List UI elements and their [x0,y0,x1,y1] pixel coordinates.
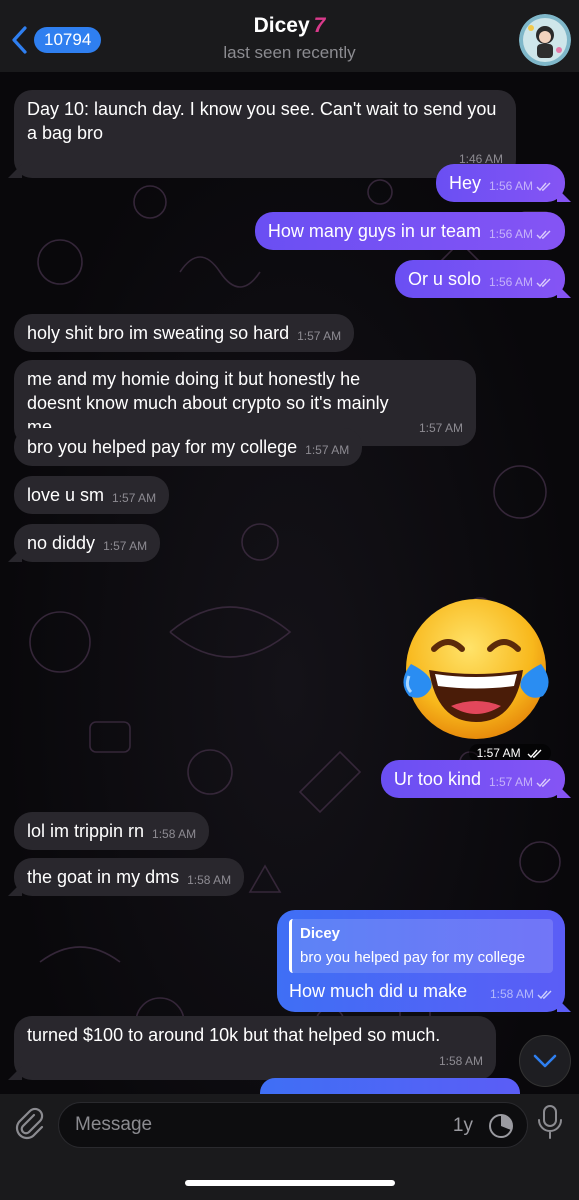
message-incoming[interactable]: no diddy 1:57 AM [14,524,161,562]
message-text: the goat in my dms [27,867,180,887]
home-indicator [185,1180,395,1186]
message-incoming[interactable]: the goat in my dms 1:58 AM [14,858,245,896]
message-time: 1:58 AM [489,987,534,1001]
contact-name: Dicey [253,14,310,37]
slot-seven-emoji: 7 [313,14,326,37]
chat-header: 10794 Dicey 7 last seen recently [0,0,579,72]
reply-message-outgoing[interactable]: Dicey bro you helped pay for my college … [277,910,565,1012]
sticker-message[interactable]: 1:57 AM [401,594,551,762]
chat-area[interactable]: Day 10: launch day. I know you see. Can'… [0,72,579,1094]
message-incoming[interactable]: Day 10: launch day. I know you see. Can'… [14,90,516,178]
message-outgoing-partial[interactable] [260,1078,520,1094]
message-field[interactable]: 1y [58,1102,528,1148]
timer-icon[interactable] [487,1112,515,1140]
reply-text: bro you helped pay for my college [300,949,526,966]
message-incoming[interactable]: turned $100 to around 10k but that helpe… [14,1016,496,1080]
message-text: Hey [448,173,481,193]
double-check-icon [527,749,542,759]
chevron-down-icon [533,1054,557,1068]
laughing-emoji-sticker [403,599,549,739]
message-time: 1:56 AM [488,179,533,193]
message-time: 1:58 AM [438,1054,483,1068]
reply-quote[interactable]: Dicey bro you helped pay for my college [289,919,553,973]
message-text: Ur too kind [393,769,481,789]
message-text: How much did u make [289,981,468,1001]
message-time: 1:58 AM [187,873,232,887]
message-outgoing[interactable]: Ur too kind 1:57 AM [380,760,565,798]
message-time: 1:57 AM [297,329,342,343]
message-text: lol im trippin rn [27,821,145,841]
message-incoming[interactable]: love u sm 1:57 AM [14,476,170,514]
double-check-icon [536,182,551,192]
message-text: bro you helped pay for my college [27,437,298,457]
double-check-icon [536,778,551,788]
message-time: 1:57 AM [112,491,157,505]
message-time: 1:46 AM [458,152,503,166]
message-outgoing[interactable]: Or u solo 1:56 AM [394,260,565,298]
message-text: Day 10: launch day. I know you see. Can'… [27,99,497,143]
message-incoming[interactable]: lol im trippin rn 1:58 AM [14,812,210,850]
message-time: 1:57 AM [476,746,521,760]
self-destruct-timer-label[interactable]: 1y [453,1115,473,1137]
reply-sender: Dicey [300,925,341,942]
paperclip-icon[interactable] [12,1106,46,1140]
message-time: 1:57 AM [103,539,148,553]
double-check-icon [536,278,551,288]
message-time: 1:56 AM [488,227,533,241]
scroll-to-bottom-button[interactable] [519,1035,571,1087]
message-text: holy shit bro im sweating so hard [27,323,290,343]
message-outgoing[interactable]: Hey 1:56 AM [435,164,565,202]
microphone-icon[interactable] [535,1104,565,1140]
message-input[interactable] [75,1103,425,1147]
contact-name-row[interactable]: Dicey 7 [0,14,579,38]
double-check-icon [537,990,552,1000]
message-time: 1:57 AM [418,421,463,435]
message-text: Or u solo [407,269,481,289]
message-text: no diddy [27,533,96,553]
message-time: 1:57 AM [488,775,533,789]
message-time: 1:58 AM [152,827,197,841]
message-time: 1:56 AM [488,275,533,289]
message-incoming[interactable]: bro you helped pay for my college 1:57 A… [14,428,363,466]
double-check-icon [536,230,551,240]
message-text: turned $100 to around 10k but that helpe… [27,1025,441,1045]
message-incoming[interactable]: holy shit bro im sweating so hard 1:57 A… [14,314,355,352]
message-text: love u sm [27,485,105,505]
last-seen-status: last seen recently [223,43,356,62]
message-outgoing[interactable]: How many guys in ur team 1:56 AM [254,212,565,250]
message-text: How many guys in ur team [267,221,481,241]
avatar[interactable] [519,14,571,66]
message-time: 1:57 AM [305,443,350,457]
